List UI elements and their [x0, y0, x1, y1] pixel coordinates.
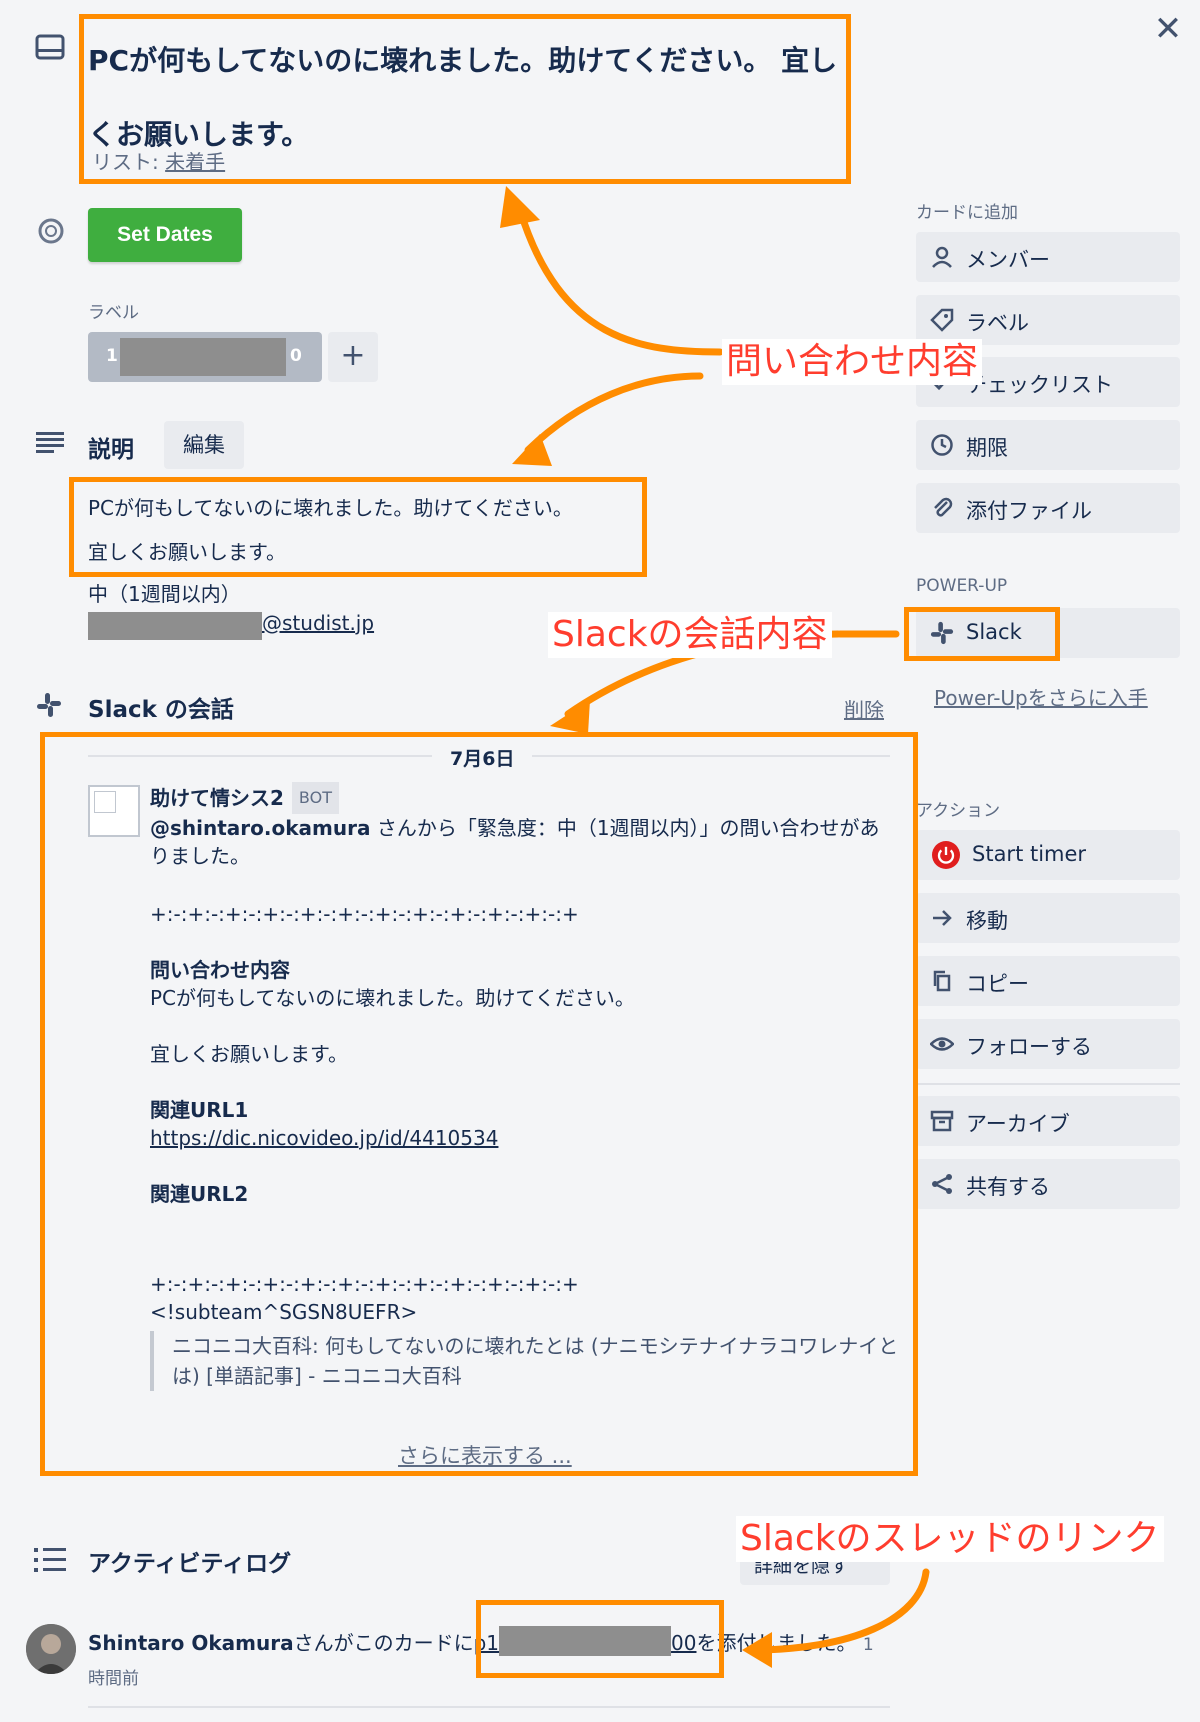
annotation-label-thread-link: Slackのスレッドのリンク	[736, 1516, 1164, 1562]
annotation-arrows	[500, 186, 930, 1668]
annotation-label-inquiry: 問い合わせ内容	[722, 339, 983, 385]
card-detail-window: { "card": { "title": "PCが何もしてないのに壊れました。助…	[0, 0, 1200, 1722]
annotation-label-slack-conversation: Slackの会話内容	[548, 612, 832, 658]
